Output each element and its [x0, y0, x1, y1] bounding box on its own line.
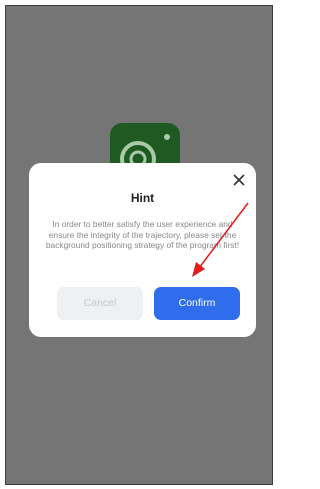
close-button[interactable]	[231, 172, 247, 188]
phone-screen: Hint In order to better satisfy the user…	[5, 5, 273, 485]
dialog-title: Hint	[130, 191, 155, 205]
dialog-message: In order to better satisfy the user expe…	[45, 219, 240, 250]
close-icon	[233, 174, 245, 186]
confirm-button[interactable]: Confirm	[154, 287, 240, 320]
cancel-button[interactable]: Cancel	[57, 287, 143, 320]
hint-dialog: Hint In order to better satisfy the user…	[29, 163, 256, 337]
